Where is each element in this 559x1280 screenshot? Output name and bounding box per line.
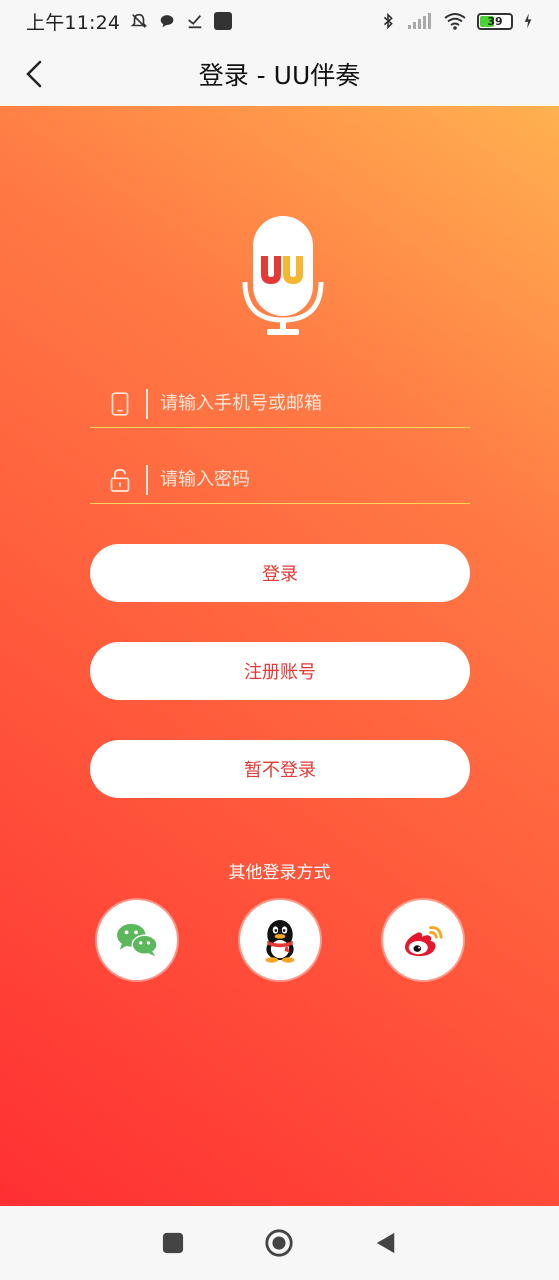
- battery-level: 39: [487, 14, 503, 28]
- skip-login-button[interactable]: 暂不登录: [90, 740, 470, 798]
- password-field: [90, 456, 470, 504]
- signal-icon: [408, 13, 431, 29]
- uu-microphone-logo: UU: [242, 216, 324, 335]
- bluetooth-icon: [383, 12, 393, 30]
- qq-penguin-icon: [265, 920, 295, 963]
- back-triangle-icon: [376, 1232, 395, 1254]
- battery-icon: 39: [477, 12, 513, 30]
- charging-icon: [524, 13, 532, 29]
- chat-bubble-icon: [160, 15, 174, 28]
- status-left: 上午11:24: [26, 8, 233, 35]
- system-nav-bar: [0, 1206, 559, 1280]
- status-right: 39: [379, 11, 533, 31]
- wechat-icon: [117, 923, 158, 957]
- phone-icon: [102, 389, 138, 419]
- weibo-icon: [404, 926, 443, 957]
- register-button[interactable]: 注册账号: [90, 642, 470, 700]
- wifi-icon: [444, 13, 466, 30]
- weibo-login-button[interactable]: [383, 900, 463, 980]
- home-button[interactable]: [259, 1223, 299, 1263]
- login-panel: UU 登录 注册账号 暂不登录 其他登录方式: [0, 106, 559, 1206]
- status-time: 上午11:24: [26, 11, 121, 34]
- mute-bell-icon: [130, 13, 148, 28]
- back-arrow-icon[interactable]: [18, 56, 54, 92]
- status-bar: 上午11:24 39: [0, 0, 559, 42]
- qq-login-button[interactable]: [240, 900, 320, 980]
- square-icon: [163, 1232, 184, 1254]
- other-login-label: 其他登录方式: [228, 863, 331, 883]
- field-separator: [146, 464, 148, 495]
- app-bar: 登录 - UU伴奏: [0, 42, 559, 106]
- field-separator: [146, 388, 148, 419]
- recents-button[interactable]: [153, 1223, 193, 1263]
- back-button[interactable]: [366, 1223, 406, 1263]
- app-notification-icon: [214, 12, 233, 30]
- download-check-icon: [188, 15, 202, 29]
- home-circle-icon: [265, 1229, 294, 1257]
- lock-icon: [102, 465, 138, 495]
- account-field: [90, 380, 470, 428]
- login-button[interactable]: 登录: [90, 544, 470, 602]
- password-input[interactable]: [160, 459, 470, 500]
- page-title: 登录 - UU伴奏: [198, 61, 361, 90]
- wechat-login-button[interactable]: [97, 900, 177, 980]
- account-input[interactable]: [160, 383, 470, 424]
